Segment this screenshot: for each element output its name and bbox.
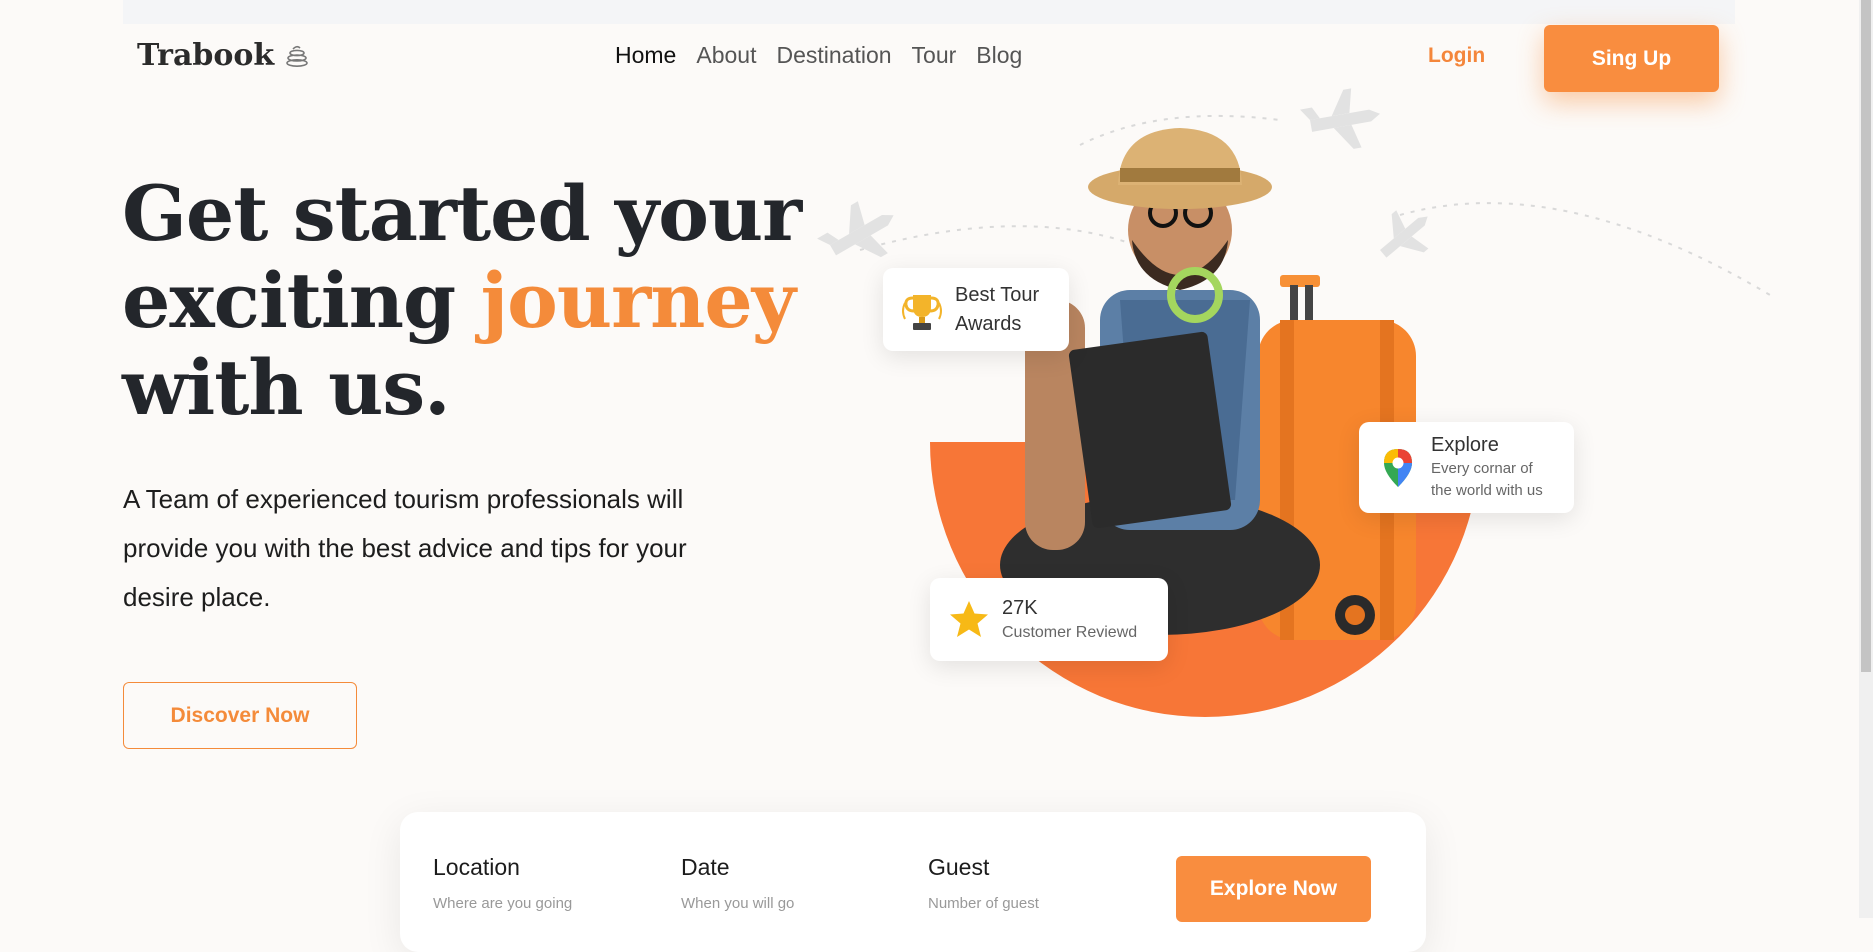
nav-tour[interactable]: Tour xyxy=(912,42,957,69)
headline-line1: Get started your xyxy=(122,169,802,258)
guest-field[interactable]: Guest Number of guest xyxy=(928,854,1039,912)
map-pin-icon xyxy=(1384,448,1412,487)
main-nav: Home About Destination Tour Blog xyxy=(615,42,1022,69)
explore-now-button[interactable]: Explore Now xyxy=(1176,856,1371,922)
discover-button[interactable]: Discover Now xyxy=(123,682,357,749)
headline-line3: with us. xyxy=(122,343,451,432)
location-label: Location xyxy=(433,854,520,880)
trophy-icon xyxy=(902,294,942,330)
scrollbar[interactable] xyxy=(1859,0,1873,918)
reviews-label: Customer Reviewd xyxy=(1002,624,1138,641)
explore-subtitle-line1: Every cornar of xyxy=(1431,460,1533,477)
brand-name: Trabook xyxy=(137,38,275,73)
explore-badge: Explore Every cornar of the world with u… xyxy=(1359,422,1574,513)
plane-icon xyxy=(1300,88,1380,149)
brand-logo[interactable]: Trabook xyxy=(137,38,310,73)
date-label: Date xyxy=(681,854,730,880)
scrollbar-thumb[interactable] xyxy=(1861,0,1871,672)
reviews-badge: 27K Customer Reviewd xyxy=(930,578,1168,661)
headline-accent: journey xyxy=(480,256,796,345)
awards-line1: Best Tour xyxy=(955,283,1040,306)
date-field[interactable]: Date When you will go xyxy=(681,854,794,912)
top-strip xyxy=(123,0,1735,24)
date-input[interactable]: When you will go xyxy=(681,895,794,912)
guest-label: Guest xyxy=(928,854,990,880)
location-input[interactable]: Where are you going xyxy=(433,895,572,912)
login-link[interactable]: Login xyxy=(1428,44,1485,68)
reviews-count: 27K xyxy=(1002,597,1038,619)
nav-home[interactable]: Home xyxy=(615,42,676,69)
explore-subtitle-line2: the world with us xyxy=(1431,482,1543,499)
awards-badge: Best Tour Awards xyxy=(883,268,1069,351)
hero-headline: Get started your exciting journey with u… xyxy=(122,169,802,432)
hero-description: A Team of experienced tourism profession… xyxy=(123,484,687,612)
awards-line2: Awards xyxy=(955,312,1022,335)
search-panel: Location Where are you going Date When y… xyxy=(400,812,1426,952)
nav-blog[interactable]: Blog xyxy=(976,42,1022,69)
headline-line2: exciting xyxy=(122,256,456,345)
plane-icon xyxy=(1380,210,1429,258)
nav-about[interactable]: About xyxy=(696,42,756,69)
explore-title: Explore xyxy=(1431,434,1499,456)
star-icon xyxy=(950,600,988,637)
stack-icon xyxy=(286,45,308,67)
guest-input[interactable]: Number of guest xyxy=(928,895,1039,912)
location-field[interactable]: Location Where are you going xyxy=(433,854,572,912)
nav-destination[interactable]: Destination xyxy=(776,42,891,69)
plane-icon xyxy=(817,201,894,258)
